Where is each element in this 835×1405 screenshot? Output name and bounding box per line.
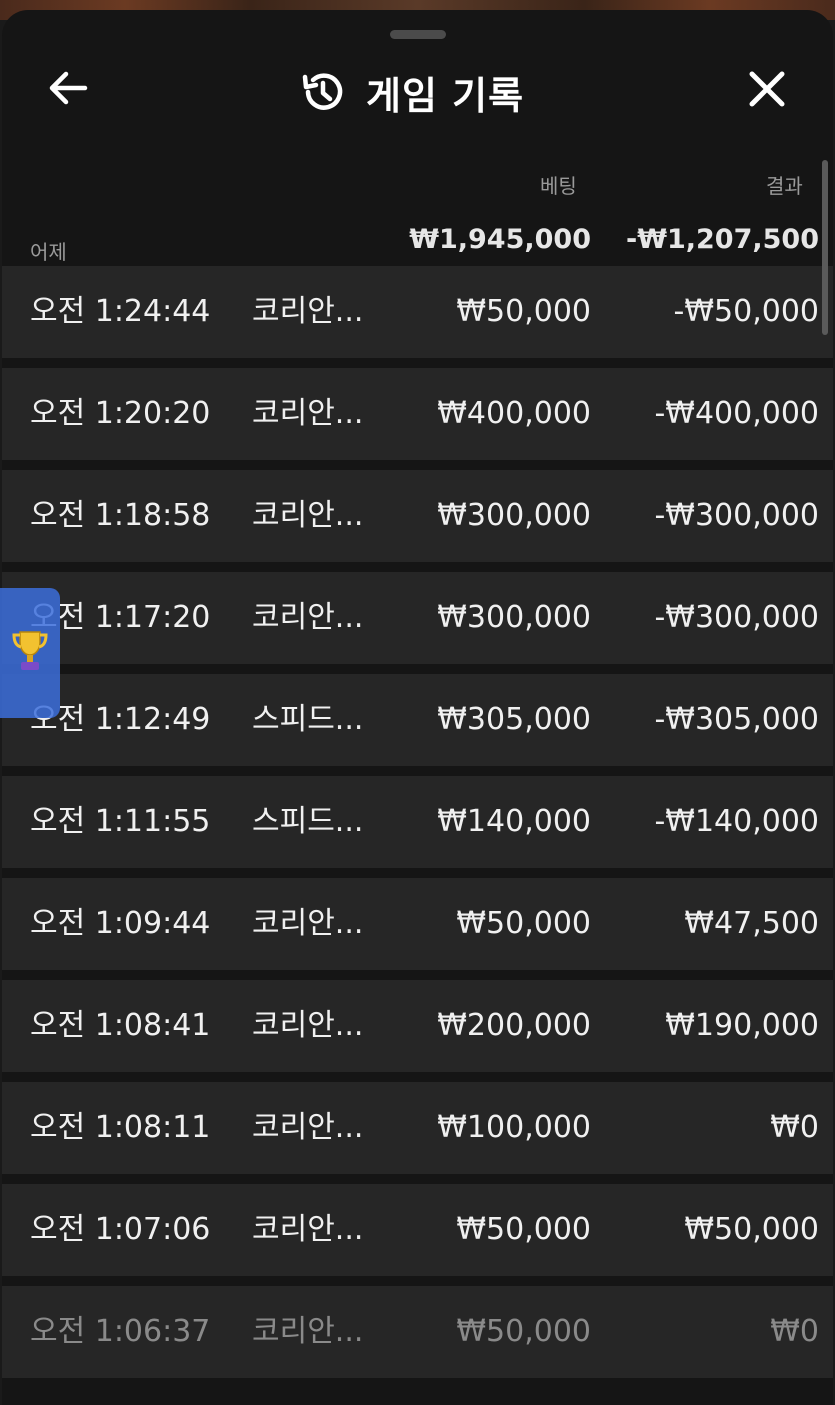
row-bet: ₩50,000 (456, 1314, 591, 1349)
row-bet: ₩305,000 (437, 702, 591, 737)
bet-column-label: 베팅 (540, 174, 577, 198)
row-bet: ₩400,000 (437, 396, 591, 431)
row-bet: ₩300,000 (437, 498, 591, 533)
row-time: 오전 1:09:44 (30, 906, 211, 941)
row-result: ₩0 (770, 1314, 819, 1349)
title-text: 게임 기록 (366, 73, 525, 118)
day-summary: 어제 ₩1,945,000 -₩1,207,500 (2, 220, 833, 270)
row-game: 코리안... (252, 498, 364, 533)
row-game: 코리안... (252, 906, 364, 941)
row-result: -₩300,000 (654, 600, 819, 635)
date-label: 어제 (30, 240, 67, 264)
table-row[interactable]: 오전 1:12:49 스피드... ₩305,000 -₩305,000 (2, 674, 833, 766)
trophy-icon (10, 628, 50, 678)
row-game: 코리안... (252, 1314, 364, 1349)
back-button[interactable] (42, 68, 94, 112)
row-bet: ₩100,000 (437, 1110, 591, 1145)
row-result: -₩400,000 (654, 396, 819, 431)
row-time: 오전 1:18:58 (30, 498, 211, 533)
trophy-tab-button[interactable] (0, 588, 60, 718)
column-headers: 베팅 결과 (2, 170, 833, 210)
game-history-sheet: 게임 기록 베팅 결과 어제 ₩1,945,000 -₩1,207,500 오전… (2, 10, 833, 1405)
table-row[interactable]: 오전 1:08:41 코리안... ₩200,000 ₩190,000 (2, 980, 833, 1072)
row-time: 오전 1:11:55 (30, 804, 211, 839)
row-bet: ₩200,000 (437, 1008, 591, 1043)
table-row[interactable]: 오전 1:09:44 코리안... ₩50,000 ₩47,500 (2, 878, 833, 970)
row-result: ₩190,000 (665, 1008, 819, 1043)
row-bet: ₩50,000 (456, 294, 591, 329)
row-bet: ₩300,000 (437, 600, 591, 635)
row-game: 스피드... (252, 804, 364, 839)
close-icon (748, 70, 786, 112)
table-row[interactable]: 오전 1:20:20 코리안... ₩400,000 -₩400,000 (2, 368, 833, 460)
row-result: -₩300,000 (654, 498, 819, 533)
table-row[interactable]: 오전 1:07:06 코리안... ₩50,000 ₩50,000 (2, 1184, 833, 1276)
row-game: 코리안... (252, 1110, 364, 1145)
row-result: ₩0 (770, 1110, 819, 1145)
row-time: 오전 1:06:37 (30, 1314, 211, 1349)
total-bet: ₩1,945,000 (409, 224, 591, 255)
table-row[interactable]: 오전 1:18:58 코리안... ₩300,000 -₩300,000 (2, 470, 833, 562)
row-result: -₩305,000 (654, 702, 819, 737)
row-result: ₩50,000 (684, 1212, 819, 1247)
sheet-header: 게임 기록 (2, 50, 833, 130)
table-row[interactable]: 오전 1:17:20 코리안... ₩300,000 -₩300,000 (2, 572, 833, 664)
row-game: 코리안... (252, 396, 364, 431)
row-time: 오전 1:24:44 (30, 294, 211, 329)
table-row[interactable]: 오전 1:06:37 코리안... ₩50,000 ₩0 (2, 1286, 833, 1378)
table-row[interactable]: 오전 1:24:44 코리안... ₩50,000 -₩50,000 (2, 266, 833, 358)
row-time: 오전 1:07:06 (30, 1212, 211, 1247)
row-game: 코리안... (252, 1212, 364, 1247)
row-result: ₩47,500 (684, 906, 819, 941)
row-game: 코리안... (252, 294, 364, 329)
drag-handle[interactable] (390, 30, 446, 39)
row-time: 오전 1:20:20 (30, 396, 211, 431)
close-button[interactable] (740, 65, 794, 117)
row-bet: ₩50,000 (456, 1212, 591, 1247)
row-bet: ₩50,000 (456, 906, 591, 941)
page-title: 게임 기록 (298, 68, 524, 118)
row-time: 오전 1:08:41 (30, 1008, 211, 1043)
arrow-left-icon (48, 71, 88, 109)
total-result: -₩1,207,500 (625, 224, 819, 255)
row-game: 코리안... (252, 1008, 364, 1043)
result-column-label: 결과 (766, 174, 803, 198)
table-row[interactable]: 오전 1:08:11 코리안... ₩100,000 ₩0 (2, 1082, 833, 1174)
row-game: 스피드... (252, 702, 364, 737)
row-game: 코리안... (252, 600, 364, 635)
table-row[interactable]: 오전 1:11:55 스피드... ₩140,000 -₩140,000 (2, 776, 833, 868)
list-bottom-edge (2, 1380, 833, 1405)
row-result: -₩140,000 (654, 804, 819, 839)
row-result: -₩50,000 (673, 294, 819, 329)
scrollbar[interactable] (822, 160, 828, 335)
row-time: 오전 1:08:11 (30, 1110, 211, 1145)
row-bet: ₩140,000 (437, 804, 591, 839)
history-icon (298, 68, 346, 116)
